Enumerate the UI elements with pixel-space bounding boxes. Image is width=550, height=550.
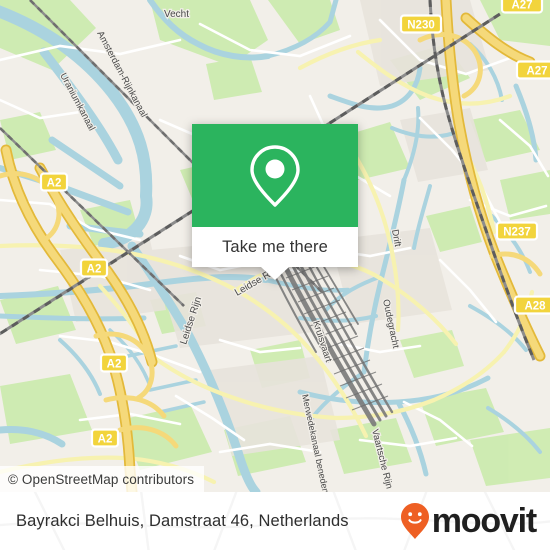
road-shield: A27 [500, 0, 544, 14]
road-shield-label: A2 [107, 358, 122, 370]
moovit-smiley-pin-icon [400, 503, 429, 539]
osm-attribution-text: © OpenStreetMap contributors [8, 471, 195, 487]
road-shield: A2 [90, 428, 120, 448]
map-popup-card[interactable]: Take me there [192, 124, 358, 280]
moovit-logo[interactable]: moovit [400, 502, 537, 540]
footer-bar: Bayrakci Belhuis, Damstraat 46, Netherla… [0, 492, 550, 550]
road-shield: A2 [79, 258, 109, 278]
popup-cta-label: Take me there [222, 237, 328, 256]
road-shield-label: A2 [98, 433, 113, 445]
moovit-wordmark: moovit [431, 502, 537, 540]
road-shield: A2 [99, 353, 129, 373]
road-shield-label: A2 [47, 177, 62, 189]
road-shield: N237 [495, 221, 539, 241]
map-pin-icon [250, 144, 300, 207]
road-shield: N230 [399, 14, 443, 34]
road-shield-label: A27 [526, 65, 547, 77]
road-shield: A2 [39, 172, 69, 192]
road-shield-label: A28 [524, 300, 546, 312]
road-shield-label: N237 [503, 226, 531, 238]
road-shield: A27 [515, 60, 550, 80]
road-shield-label: N230 [407, 19, 435, 31]
popup-cta-button[interactable]: Take me there [192, 227, 358, 280]
location-title: Bayrakci Belhuis, Damstraat 46, Netherla… [16, 511, 349, 530]
popup-tail [261, 267, 289, 280]
map-screenshot: Amsterdam-Rijnkanaal Uraniumkanaal Vecht Le… [0, 0, 550, 550]
road-shield-label: A2 [87, 263, 102, 275]
road-shield-label: A27 [511, 0, 532, 11]
osm-attribution[interactable]: © OpenStreetMap contributors [0, 466, 205, 492]
road-shield: A28 [513, 295, 550, 315]
popup-icon-area [192, 124, 358, 227]
